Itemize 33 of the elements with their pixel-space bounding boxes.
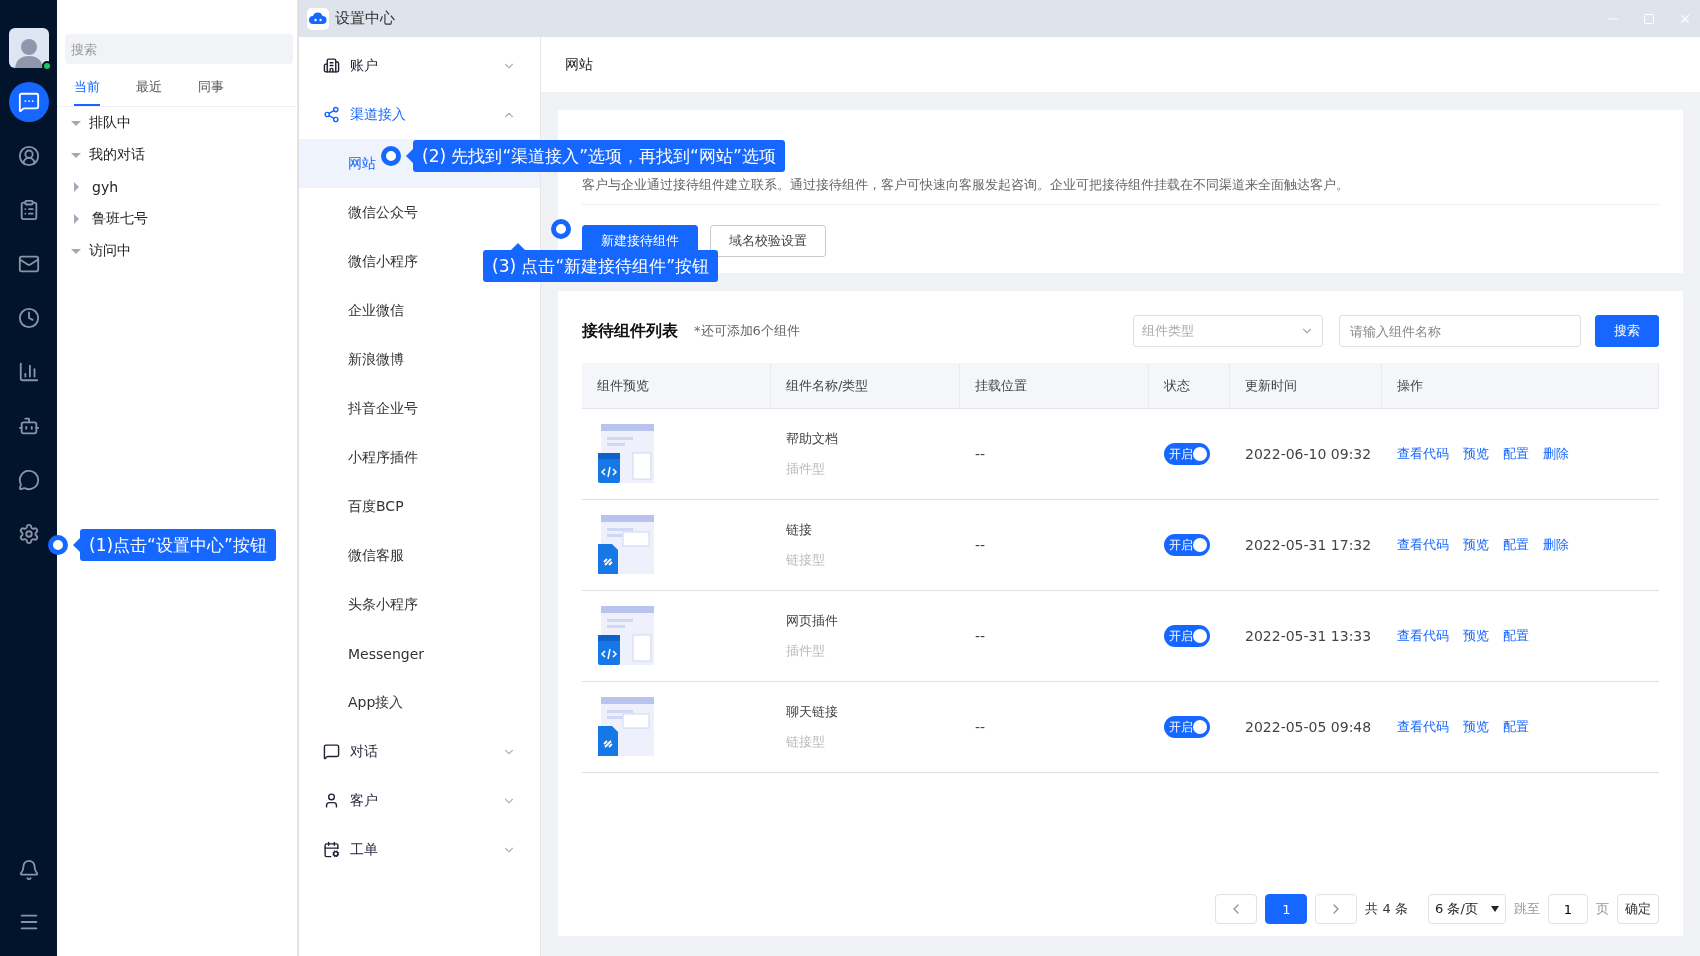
component-name: 网页插件 xyxy=(786,612,839,630)
page-unit: 页 xyxy=(1596,900,1609,918)
column-header: 状态 xyxy=(1149,363,1230,409)
callout-tooltip: (1)点击“设置中心”按钮 xyxy=(80,529,276,561)
table-cell: 2022-06-10 09:32 xyxy=(1245,446,1372,462)
jump-label: 跳至 xyxy=(1514,900,1540,918)
column-header: 操作 xyxy=(1382,363,1659,409)
table-cell: 2022-05-31 13:33 xyxy=(1245,628,1372,644)
table-cell: 2022-05-31 17:32 xyxy=(1245,537,1372,553)
column-header: 组件预览 xyxy=(582,363,771,409)
table-cell: 2022-05-05 09:48 xyxy=(1245,719,1372,735)
component-name: 链接 xyxy=(786,521,813,539)
component-type: 链接型 xyxy=(786,733,826,751)
table-cell: -- xyxy=(975,446,986,462)
total-count: 共 4 条 xyxy=(1365,900,1408,918)
component-name: 帮助文档 xyxy=(786,430,839,448)
column-header: 组件名称/类型 xyxy=(771,363,960,409)
component-type: 插件型 xyxy=(786,642,826,660)
component-type: 链接型 xyxy=(786,551,826,569)
callout-tooltip: (3) 点击“新建接待组件”按钮 xyxy=(483,250,719,282)
table-cell: -- xyxy=(975,628,986,644)
column-header: 挂载位置 xyxy=(960,363,1149,409)
table-cell: -- xyxy=(975,537,986,553)
table-cell: -- xyxy=(975,719,986,735)
callout-tooltip: (2) 先找到“渠道接入”选项，再找到“网站”选项 xyxy=(413,140,785,172)
component-name: 聊天链接 xyxy=(786,703,839,721)
column-header: 更新时间 xyxy=(1230,363,1382,409)
list-note: *还可添加6个组件 xyxy=(694,322,801,340)
window-title: 设置中心 xyxy=(335,9,396,28)
list-title: 接待组件列表 xyxy=(582,320,678,342)
breadcrumb: 网站 xyxy=(541,37,1700,92)
component-type: 插件型 xyxy=(786,460,826,478)
description-text: 客户与企业通过接待组件建立联系。通过接待组件，客户可快速向客服发起咨询。企业可把接待组件挂载在不同渠道来全面触达客户。 xyxy=(582,176,1659,205)
